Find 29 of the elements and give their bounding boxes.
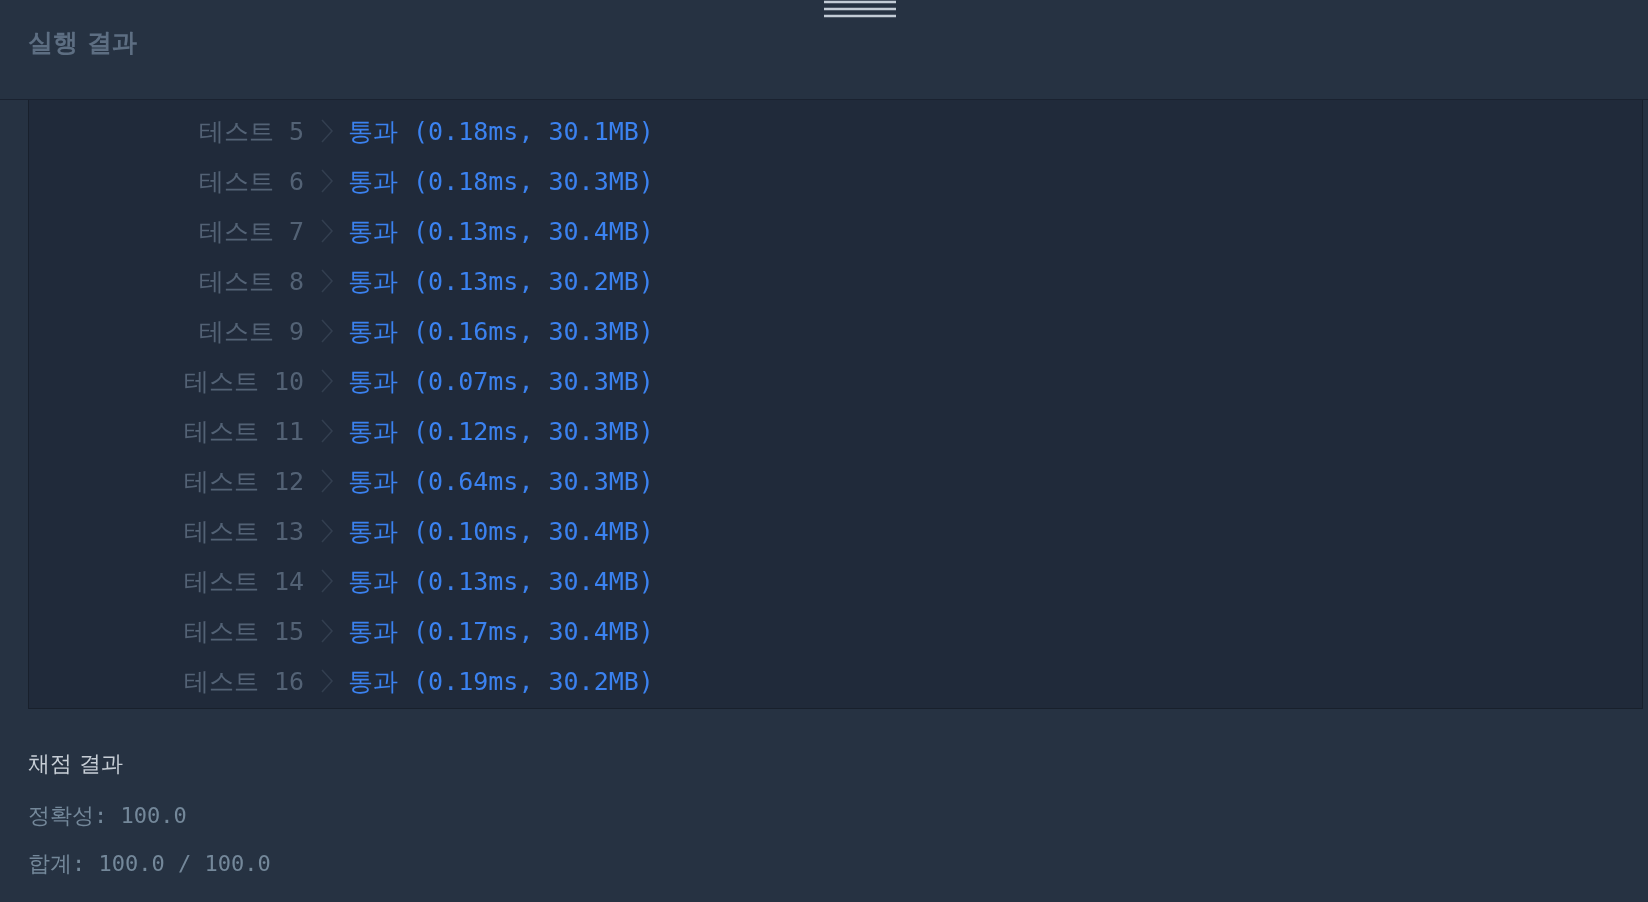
test-label: 테스트 15 bbox=[182, 615, 304, 648]
test-result: 통과 (0.12ms, 30.3MB) bbox=[348, 415, 654, 448]
grading-title: 채점 결과 bbox=[28, 750, 124, 778]
test-label: 테스트 14 bbox=[182, 565, 304, 598]
test-result: 통과 (0.19ms, 30.2MB) bbox=[348, 665, 654, 698]
test-label: 테스트 10 bbox=[182, 365, 304, 398]
test-result: 통과 (0.16ms, 30.3MB) bbox=[348, 315, 654, 348]
test-result: 통과 (0.07ms, 30.3MB) bbox=[348, 365, 654, 398]
test-label: 테스트 8 bbox=[197, 265, 304, 298]
test-label: 테스트 11 bbox=[182, 415, 304, 448]
panel-title: 실행 결과 bbox=[28, 27, 137, 59]
accuracy-text: 정확성: 100.0 bbox=[28, 802, 188, 830]
test-label: 테스트 6 bbox=[197, 165, 304, 198]
drag-handle-icon[interactable] bbox=[824, 0, 896, 20]
total-score-text: 합계: 100.0 / 100.0 bbox=[28, 850, 272, 878]
test-result: 통과 (0.17ms, 30.4MB) bbox=[348, 615, 654, 648]
test-label: 테스트 13 bbox=[182, 515, 304, 548]
test-result: 통과 (0.10ms, 30.4MB) bbox=[348, 515, 654, 548]
test-label: 테스트 7 bbox=[197, 215, 304, 248]
test-result: 통과 (0.13ms, 30.4MB) bbox=[348, 215, 654, 248]
test-label: 테스트 16 bbox=[182, 665, 304, 698]
test-label: 테스트 5 bbox=[197, 115, 304, 148]
test-result: 통과 (0.13ms, 30.2MB) bbox=[348, 265, 654, 298]
test-label: 테스트 9 bbox=[197, 315, 304, 348]
test-label: 테스트 12 bbox=[182, 465, 304, 498]
test-result: 통과 (0.13ms, 30.4MB) bbox=[348, 565, 654, 598]
test-result: 통과 (0.64ms, 30.3MB) bbox=[348, 465, 654, 498]
test-result: 통과 (0.18ms, 30.3MB) bbox=[348, 165, 654, 198]
test-result: 통과 (0.18ms, 30.1MB) bbox=[348, 115, 654, 148]
